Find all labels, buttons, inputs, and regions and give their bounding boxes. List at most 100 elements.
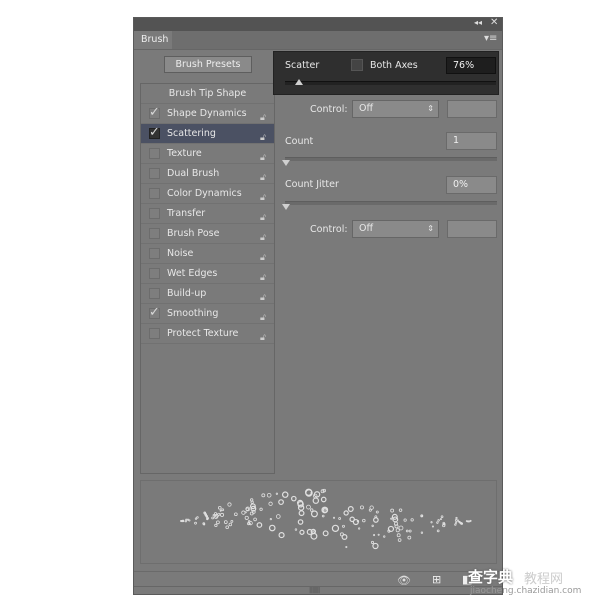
brush-dab bbox=[216, 520, 220, 525]
brush-dab bbox=[403, 518, 407, 522]
brush-dab bbox=[244, 511, 247, 514]
count-slider[interactable] bbox=[285, 157, 497, 161]
brush-dab bbox=[298, 510, 305, 517]
option-checkbox[interactable] bbox=[149, 168, 160, 179]
option-item[interactable]: Protect Texture 🔓︎ bbox=[141, 324, 274, 344]
lock-icon[interactable]: 🔓︎ bbox=[260, 328, 269, 343]
scatter-section: Scatter Both Axes 76% bbox=[273, 51, 499, 95]
lock-icon[interactable]: 🔓︎ bbox=[260, 288, 269, 303]
close-icon[interactable]: ✕ bbox=[490, 17, 498, 28]
grid-icon[interactable]: ⊞ bbox=[432, 573, 441, 586]
brush-dab bbox=[221, 508, 225, 512]
lock-icon[interactable]: 🔓︎ bbox=[260, 228, 269, 243]
brush-dab bbox=[275, 492, 279, 495]
option-item[interactable]: Wet Edges 🔓︎ bbox=[141, 264, 274, 284]
brush-dab bbox=[405, 529, 409, 533]
count-jitter-slider-thumb[interactable] bbox=[282, 204, 290, 210]
option-item[interactable]: Noise 🔓︎ bbox=[141, 244, 274, 264]
brush-dab bbox=[230, 519, 234, 523]
brush-dab bbox=[454, 523, 457, 526]
checkmark-icon: ✓ bbox=[149, 105, 160, 120]
brush-dab bbox=[343, 510, 349, 516]
count-jitter-control-select[interactable]: Off ⇕ bbox=[352, 220, 439, 238]
scatter-slider[interactable] bbox=[285, 81, 496, 85]
option-checkbox[interactable] bbox=[149, 268, 160, 279]
option-item[interactable]: ✓ Scattering 🔓︎ bbox=[141, 124, 274, 144]
option-label: Shape Dynamics bbox=[167, 108, 247, 119]
lock-icon[interactable]: 🔓︎ bbox=[260, 268, 269, 283]
lock-icon[interactable]: 🔓︎ bbox=[260, 148, 269, 163]
option-item[interactable]: Dual Brush 🔓︎ bbox=[141, 164, 274, 184]
brush-tip-shape-item[interactable]: Brush Tip Shape bbox=[141, 84, 274, 104]
option-label: Transfer bbox=[167, 208, 206, 219]
option-item[interactable]: ✓ Shape Dynamics 🔓︎ bbox=[141, 104, 274, 124]
both-axes-label: Both Axes bbox=[370, 60, 418, 71]
brush-dab bbox=[322, 530, 329, 537]
option-item[interactable]: Brush Pose 🔓︎ bbox=[141, 224, 274, 244]
both-axes-checkbox[interactable] bbox=[351, 59, 363, 71]
scatter-value-input[interactable]: 76% bbox=[446, 57, 496, 74]
brush-dab bbox=[440, 515, 444, 519]
count-jitter-slider[interactable] bbox=[285, 201, 497, 205]
brush-dab bbox=[442, 523, 446, 528]
watermark-logo: 查字典 bbox=[468, 568, 514, 586]
option-checkbox[interactable] bbox=[149, 208, 160, 219]
brush-dab bbox=[368, 508, 372, 512]
divider bbox=[134, 571, 502, 572]
option-item[interactable]: ✓ Smoothing 🔓︎ bbox=[141, 304, 274, 324]
brush-dab bbox=[253, 517, 257, 522]
brush-dab bbox=[437, 519, 440, 522]
resize-grip-icon[interactable]: |||||||||| bbox=[309, 587, 320, 594]
brush-dab bbox=[217, 512, 221, 516]
scatter-control-select[interactable]: Off ⇕ bbox=[352, 100, 439, 118]
brush-dab bbox=[347, 506, 354, 513]
lock-icon[interactable]: 🔓︎ bbox=[260, 208, 269, 223]
title-bar: ◂◂ ✕ bbox=[134, 17, 502, 31]
updown-icon: ⇕ bbox=[427, 224, 434, 233]
option-label: Brush Pose bbox=[167, 228, 220, 239]
option-checkbox[interactable] bbox=[149, 188, 160, 199]
lock-icon[interactable]: 🔓︎ bbox=[260, 108, 269, 123]
brush-dab bbox=[225, 525, 229, 530]
double-chevron-left-icon[interactable]: ◂◂ bbox=[474, 18, 482, 27]
option-checkbox[interactable] bbox=[149, 328, 160, 339]
count-input[interactable]: 1 bbox=[446, 132, 497, 150]
option-item[interactable]: Color Dynamics 🔓︎ bbox=[141, 184, 274, 204]
brush-dab bbox=[341, 534, 348, 540]
brush-dab bbox=[362, 518, 366, 523]
count-jitter-input[interactable]: 0% bbox=[446, 176, 497, 194]
brush-presets-button[interactable]: Brush Presets bbox=[164, 56, 252, 73]
option-checkbox[interactable] bbox=[149, 148, 160, 159]
lock-icon[interactable]: 🔓︎ bbox=[260, 188, 269, 203]
lock-icon[interactable]: 🔓︎ bbox=[260, 308, 269, 323]
brush-dab bbox=[188, 519, 191, 522]
brush-dab bbox=[331, 524, 340, 533]
brush-dab bbox=[268, 524, 276, 532]
brush-dab bbox=[227, 502, 232, 507]
lock-icon[interactable]: 🔓︎ bbox=[260, 128, 269, 143]
tab-row: Brush ▾≡ bbox=[134, 31, 502, 50]
brush-dab bbox=[390, 508, 395, 513]
brush-options-list: Brush Tip Shape ✓ Shape Dynamics 🔓︎ ✓ Scatte… bbox=[140, 83, 275, 474]
brush-dab bbox=[372, 542, 379, 550]
brush-dab bbox=[320, 496, 327, 503]
brush-dab bbox=[276, 514, 281, 519]
lock-icon[interactable]: 🔓︎ bbox=[260, 248, 269, 263]
option-item[interactable]: Texture 🔓︎ bbox=[141, 144, 274, 164]
option-checkbox[interactable] bbox=[149, 288, 160, 299]
brush-dab bbox=[454, 519, 458, 522]
panel-menu-icon[interactable]: ▾≡ bbox=[484, 33, 497, 44]
tab-brush[interactable]: Brush bbox=[134, 31, 172, 49]
scatter-slider-thumb[interactable] bbox=[295, 79, 304, 85]
option-checkbox[interactable] bbox=[149, 248, 160, 259]
brush-dab bbox=[395, 528, 400, 533]
count-slider-thumb[interactable] bbox=[282, 160, 290, 166]
option-item[interactable]: Build-up 🔓︎ bbox=[141, 284, 274, 304]
brush-dab bbox=[408, 529, 412, 533]
brush-dab bbox=[370, 540, 375, 544]
option-item[interactable]: Transfer 🔓︎ bbox=[141, 204, 274, 224]
option-label: Scattering bbox=[167, 128, 216, 139]
count-label: Count bbox=[285, 136, 314, 147]
option-checkbox[interactable] bbox=[149, 228, 160, 239]
lock-icon[interactable]: 🔓︎ bbox=[260, 168, 269, 183]
